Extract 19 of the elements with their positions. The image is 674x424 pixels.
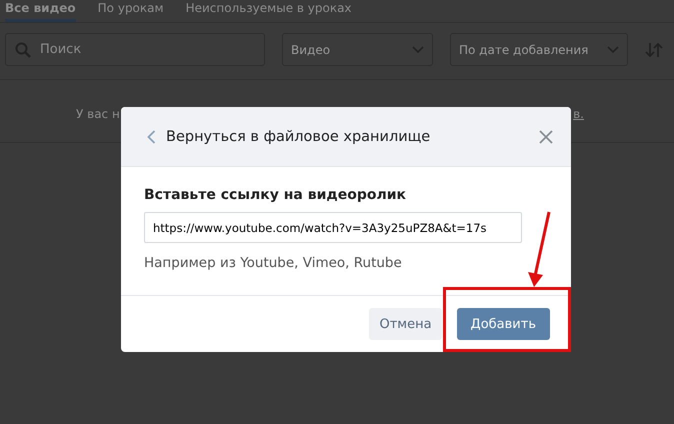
cancel-button[interactable]: Отмена xyxy=(369,308,442,340)
close-icon[interactable] xyxy=(539,130,553,144)
chevron-down-icon xyxy=(412,46,424,54)
sort-select[interactable]: По дате добавления xyxy=(450,33,628,66)
tab[interactable]: Неиспользуемые в уроках xyxy=(186,1,352,22)
search-icon xyxy=(15,42,31,58)
sort-icon[interactable] xyxy=(645,42,663,58)
chevron-down-icon xyxy=(607,46,619,54)
tab[interactable]: Все видео xyxy=(5,1,76,22)
empty-notice-link[interactable]: в. xyxy=(573,107,584,142)
url-field[interactable]: https://www.youtube.com/watch?v=3A3y25uPZ8A&t=17s xyxy=(144,212,522,243)
empty-notice-text: У вас н xyxy=(76,107,120,123)
tab[interactable]: По урокам xyxy=(98,1,164,22)
hint-text: Например из Youtube, Vimeo, Rutube xyxy=(144,255,403,271)
back-icon[interactable] xyxy=(147,130,156,144)
type-select[interactable]: Видео xyxy=(282,33,433,66)
add-button[interactable]: Добавить xyxy=(456,308,550,340)
search-field[interactable]: Поиск xyxy=(5,33,265,66)
field-label: Вставьте ссылку на видеоролик xyxy=(144,187,408,203)
